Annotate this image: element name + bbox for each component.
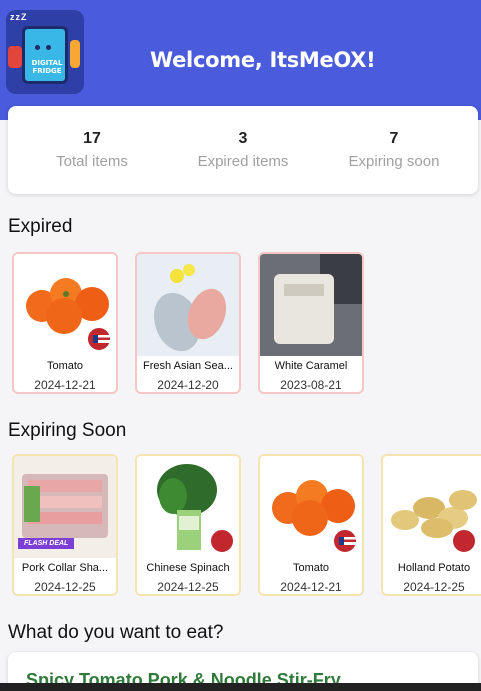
item-name: Holland Potato [397,562,471,574]
store-badge-icon [451,528,477,554]
stat-expiring-label: Expiring soon [348,153,440,170]
expiring-item-card[interactable]: FLASH DEAL Pork Collar Sha... 2024-12-25 [12,454,118,596]
eat-section-title: What do you want to eat? [8,622,224,643]
logo-decoration-right [70,40,80,68]
item-date: 2024-12-25 [34,580,96,594]
logo-face [35,37,57,50]
welcome-title: Welcome, ItsMeOX! [150,48,376,72]
item-name: Fresh Asian Sea... [143,360,233,372]
stat-total-value: 17 [83,130,101,147]
expired-section-title: Expired [8,216,73,237]
item-name: White Caramel [274,360,348,372]
expiring-item-card[interactable]: Holland Potato 2024-12-25 [381,454,481,596]
item-name: Pork Collar Sha... [21,562,109,574]
app-logo[interactable]: zzZ DIGITAL FRIDGE [6,10,84,94]
item-name: Tomato [46,360,84,372]
system-bottom-bar [0,683,481,691]
item-name: Chinese Spinach [146,562,230,574]
stat-expiring-value: 7 [389,130,399,147]
flag-badge-icon [86,326,112,352]
item-date: 2023-08-21 [280,378,342,392]
item-date: 2024-12-20 [157,378,219,392]
store-badge-icon [209,528,235,554]
flag-badge-icon [332,528,358,554]
item-date: 2024-12-25 [157,580,219,594]
app-header: zzZ DIGITAL FRIDGE Welcome, ItsMeOX! [0,0,481,120]
expired-item-card[interactable]: White Caramel 2023-08-21 [258,252,364,394]
flash-deal-badge: FLASH DEAL [18,538,75,549]
stat-total[interactable]: 17 Total items [22,130,162,170]
expiring-item-card[interactable]: Chinese Spinach 2024-12-25 [135,454,241,596]
item-date: 2024-12-25 [403,580,465,594]
stat-expired-label: Expired items [197,153,289,170]
expiring-soon-section-title: Expiring Soon [8,420,127,441]
expiring-item-card[interactable]: Tomato 2024-12-21 [258,454,364,596]
fridge-icon: DIGITAL FRIDGE [22,26,68,84]
item-name: Tomato [292,562,330,574]
stat-expired[interactable]: 3 Expired items [173,130,313,170]
stat-expiring[interactable]: 7 Expiring soon [324,130,464,170]
expired-item-card[interactable]: Fresh Asian Sea... 2024-12-20 [135,252,241,394]
item-date: 2024-12-21 [34,378,96,392]
white-caramel-image [260,254,362,356]
logo-text: DIGITAL FRIDGE [31,59,63,75]
stats-card: 17 Total items 3 Expired items 7 Expirin… [8,106,478,194]
logo-zzz: zzZ [10,12,28,22]
sea-bass-image [137,254,239,356]
stat-expired-value: 3 [238,130,248,147]
expired-item-card[interactable]: Tomato 2024-12-21 [12,252,118,394]
stat-total-label: Total items [56,153,128,170]
item-date: 2024-12-21 [280,580,342,594]
logo-decoration-left [8,46,22,68]
